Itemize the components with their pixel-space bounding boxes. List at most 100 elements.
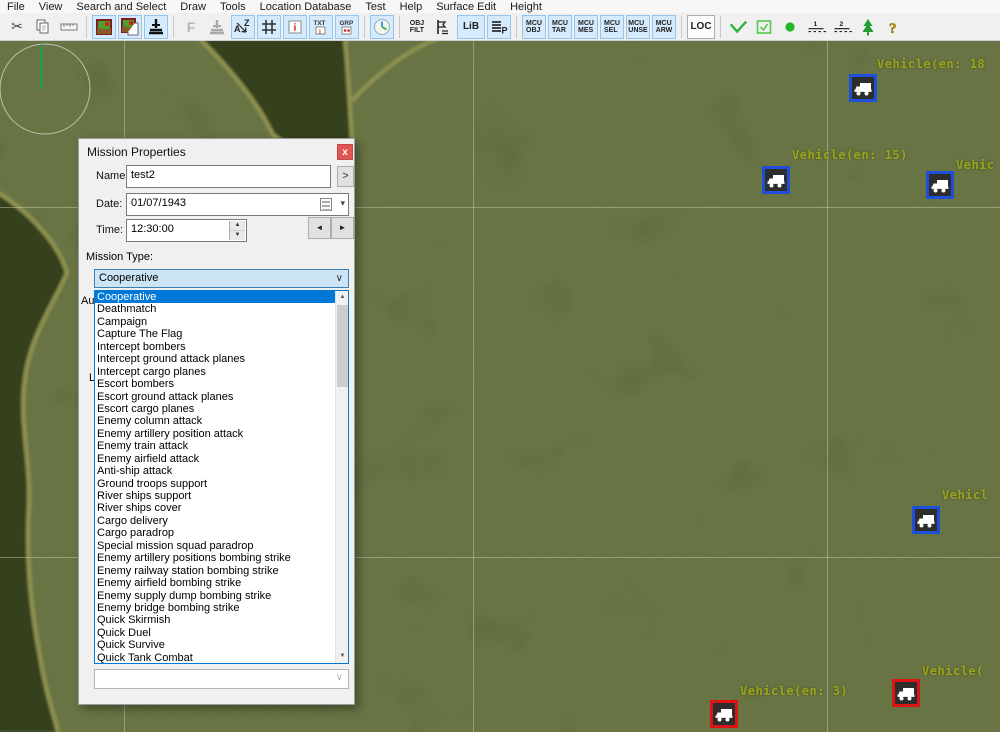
mcu-unse-button[interactable]: MCU UNSE [626, 15, 650, 39]
list-item-enemy-airfield-bombing-strike[interactable]: Enemy airfield bombing strike [95, 577, 348, 589]
grid-toggle-icon[interactable] [257, 15, 281, 39]
list-item-enemy-supply-dump-bombing-strike[interactable]: Enemy supply dump bombing strike [95, 590, 348, 602]
time-next-button[interactable]: ► [331, 217, 354, 239]
menu-item-draw[interactable]: Draw [173, 1, 213, 13]
list-scrollbar[interactable]: ▲ ▼ [335, 291, 348, 663]
name-input[interactable]: test2 [126, 165, 331, 188]
map-objects-icon[interactable] [118, 15, 142, 39]
cut-icon[interactable]: ✂ [5, 15, 29, 39]
time-clock-icon[interactable] [370, 15, 394, 39]
close-icon[interactable]: x [337, 144, 353, 160]
list-item-river-ships-support[interactable]: River ships support [95, 490, 348, 502]
mission-type-combobox[interactable]: Cooperative ∨ [94, 269, 349, 288]
menu-item-test[interactable]: Test [358, 1, 392, 13]
scrollbar-thumb[interactable] [337, 305, 348, 387]
vehicle-unit-icon-blue[interactable] [912, 506, 940, 534]
list-item-intercept-cargo-planes[interactable]: Intercept cargo planes [95, 366, 348, 378]
list-item-river-ships-cover[interactable]: River ships cover [95, 502, 348, 514]
help-icon[interactable]: ? [882, 15, 906, 39]
object-filter-button[interactable]: OBJ FILT [405, 15, 429, 39]
list-panel-icon[interactable]: P [487, 15, 511, 39]
loc-button[interactable]: LOC [687, 15, 715, 39]
list-item-enemy-airfield-attack[interactable]: Enemy airfield attack [95, 453, 348, 465]
menu-item-surface-edit[interactable]: Surface Edit [429, 1, 503, 13]
ruler-icon[interactable] [57, 15, 81, 39]
toolbar-separator [720, 16, 721, 38]
svg-text:2: 2 [840, 21, 844, 28]
filter-flag-icon[interactable] [431, 15, 455, 39]
name-more-button[interactable]: > [337, 166, 354, 187]
list-item-campaign[interactable]: Campaign [95, 316, 348, 328]
copy-icon[interactable] [31, 15, 55, 39]
calendar-dropdown-icon[interactable]: ▾ [340, 198, 345, 209]
list-item-deathmatch[interactable]: Deathmatch [95, 303, 348, 315]
svg-text:TXT: TXT [314, 20, 326, 27]
list-item-intercept-ground-attack-planes[interactable]: Intercept ground attack planes [95, 353, 348, 365]
checkbox-icon[interactable] [752, 15, 776, 39]
date-input[interactable]: 01/07/1943 ▾ [126, 193, 349, 216]
list-item-escort-bombers[interactable]: Escort bombers [95, 378, 348, 390]
list-item-quick-skirmish[interactable]: Quick Skirmish [95, 614, 348, 626]
scroll-down-icon[interactable]: ▼ [336, 650, 349, 663]
list-item-capture-the-flag[interactable]: Capture The Flag [95, 328, 348, 340]
list-item-cooperative[interactable]: Cooperative [95, 291, 348, 303]
list-item-enemy-train-attack[interactable]: Enemy train attack [95, 440, 348, 452]
menu-item-height[interactable]: Height [503, 1, 549, 13]
list-item-cargo-delivery[interactable]: Cargo delivery [95, 515, 348, 527]
list-item-escort-cargo-planes[interactable]: Escort cargo planes [95, 403, 348, 415]
calendar-icon[interactable] [320, 198, 332, 211]
check-icon[interactable] [726, 15, 750, 39]
spin-down-icon[interactable]: ▼ [230, 231, 245, 240]
list-item-escort-ground-attack-planes[interactable]: Escort ground attack planes [95, 391, 348, 403]
dialog-title-bar[interactable]: Mission Properties x [79, 139, 354, 163]
list-item-quick-tank-combat[interactable]: Quick Tank Combat [95, 652, 348, 664]
vehicle-unit-icon-red[interactable] [892, 679, 920, 707]
tree-icon[interactable] [856, 15, 880, 39]
menu-item-location-database[interactable]: Location Database [253, 1, 359, 13]
road-type-2-icon[interactable]: 2 [830, 15, 854, 39]
object-filter-button-label: OBJ FILT [410, 20, 424, 34]
list-item-enemy-column-attack[interactable]: Enemy column attack [95, 415, 348, 427]
time-prev-button[interactable]: ◄ [308, 217, 331, 239]
list-item-intercept-bombers[interactable]: Intercept bombers [95, 341, 348, 353]
mcu-mes-button[interactable]: MCU MES [574, 15, 598, 39]
list-item-special-mission-squad-paradrop[interactable]: Special mission squad paradrop [95, 540, 348, 552]
info-labels-icon[interactable]: i [283, 15, 307, 39]
rename-az-icon[interactable]: AZ [231, 15, 255, 39]
list-item-quick-survive[interactable]: Quick Survive [95, 639, 348, 651]
svg-text:P: P [502, 25, 508, 35]
group-labels-icon[interactable]: GRP [335, 15, 359, 39]
menu-item-tools[interactable]: Tools [213, 1, 253, 13]
map-view-icon[interactable] [92, 15, 116, 39]
time-spinner[interactable]: ▲ ▼ [229, 221, 245, 240]
secondary-combobox[interactable]: ∨ [94, 669, 349, 689]
mcu-arw-button[interactable]: MCU ARW [652, 15, 676, 39]
vehicle-unit-icon-blue[interactable] [762, 166, 790, 194]
spin-up-icon[interactable]: ▲ [230, 221, 245, 231]
menu-item-view[interactable]: View [32, 1, 70, 13]
vehicle-unit-icon-blue[interactable] [926, 171, 954, 199]
place-object-icon[interactable] [144, 15, 168, 39]
time-input[interactable]: 12:30:00 ▲ ▼ [126, 219, 247, 242]
list-item-anti-ship-attack[interactable]: Anti-ship attack [95, 465, 348, 477]
menu-item-file[interactable]: File [0, 1, 32, 13]
text-labels-icon[interactable]: TXTi [309, 15, 333, 39]
mcu-sel-button[interactable]: MCU SEL [600, 15, 624, 39]
vehicle-unit-icon-blue[interactable] [849, 74, 877, 102]
library-button[interactable]: LiB [457, 15, 485, 39]
vehicle-unit-icon-red[interactable] [710, 700, 738, 728]
mcu-obj-button[interactable]: MCU OBJ [522, 15, 546, 39]
list-item-enemy-artillery-position-attack[interactable]: Enemy artillery position attack [95, 428, 348, 440]
list-item-enemy-bridge-bombing-strike[interactable]: Enemy bridge bombing strike [95, 602, 348, 614]
list-item-cargo-paradrop[interactable]: Cargo paradrop [95, 527, 348, 539]
road-type-1-icon[interactable]: 1 [804, 15, 828, 39]
menu-item-help[interactable]: Help [393, 1, 430, 13]
list-item-enemy-railway-station-bombing-strike[interactable]: Enemy railway station bombing strike [95, 565, 348, 577]
mcu-tar-button[interactable]: MCU TAR [548, 15, 572, 39]
list-item-enemy-artillery-positions-bombing-strike[interactable]: Enemy artillery positions bombing strike [95, 552, 348, 564]
menu-item-search-and-select[interactable]: Search and Select [69, 1, 173, 13]
green-dot-icon[interactable] [778, 15, 802, 39]
scroll-up-icon[interactable]: ▲ [336, 291, 349, 304]
list-item-quick-duel[interactable]: Quick Duel [95, 627, 348, 639]
list-item-ground-troops-support[interactable]: Ground troops support [95, 478, 348, 490]
